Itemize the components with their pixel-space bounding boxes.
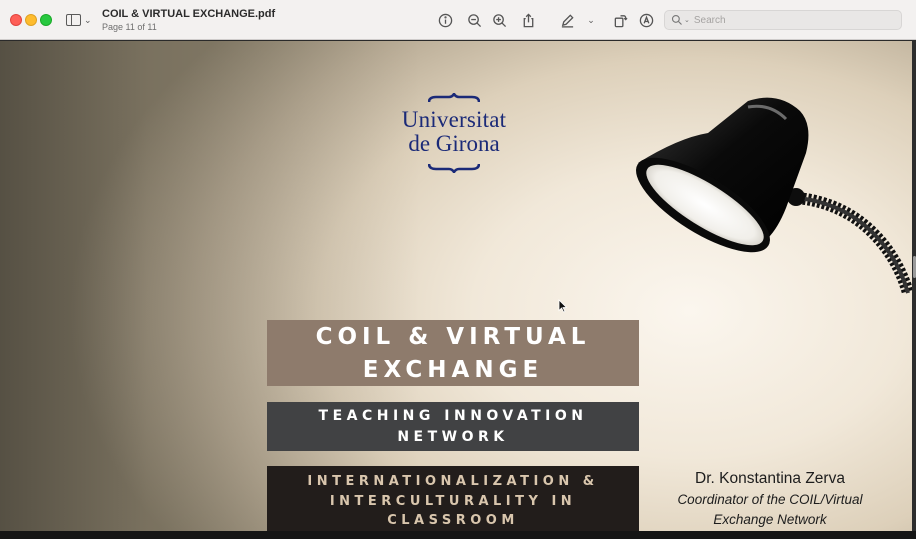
page-indicator: Page 11 of 11 [102, 22, 157, 32]
topic-line3: CLASSROOM [387, 513, 519, 528]
annotate-icon [639, 13, 653, 27]
rotate-button[interactable] [610, 10, 630, 30]
title-banner: COIL & VIRTUAL EXCHANGE [267, 320, 639, 386]
author-role-line1: Coordinator of the COIL/Virtual [677, 492, 863, 507]
toolbar: ⌄ COIL & VIRTUAL EXCHANGE.pdf Page 11 of… [0, 0, 916, 40]
subtitle-line2: NETWORK [397, 429, 509, 445]
document-title: COIL & VIRTUAL EXCHANGE.pdf [102, 8, 276, 20]
window-bottom-edge [0, 531, 916, 539]
topic-line1: INTERNATIONALIZATION & [307, 474, 599, 489]
mouse-pointer-icon [558, 299, 568, 313]
zoom-in-icon [492, 13, 506, 27]
zoom-out-button[interactable] [464, 10, 484, 30]
fullscreen-window-button[interactable] [40, 14, 52, 26]
search-field[interactable]: ⌄ [664, 10, 902, 30]
info-button[interactable] [435, 10, 455, 30]
markup-menu-button[interactable]: ⌄ [583, 10, 599, 30]
zoom-in-button[interactable] [489, 10, 509, 30]
university-logo: Universitat de Girona [388, 93, 520, 175]
sidebar-toggle-button[interactable]: ⌄ [66, 12, 94, 28]
share-button[interactable] [518, 10, 538, 30]
annotate-button[interactable] [636, 10, 656, 30]
preview-window: ⌄ COIL & VIRTUAL EXCHANGE.pdf Page 11 of… [0, 0, 916, 539]
markup-pen-icon [561, 13, 574, 28]
author-role-line2: Exchange Network [713, 512, 827, 527]
info-icon [438, 13, 452, 27]
close-window-button[interactable] [10, 14, 22, 26]
markup-button[interactable] [557, 10, 577, 30]
title-line1: COIL & VIRTUAL [315, 324, 591, 350]
chevron-down-icon: ⌄ [684, 17, 690, 24]
title-line2: EXCHANGE [362, 357, 544, 383]
desk-lamp-image [636, 97, 912, 295]
pdf-page: Universitat de Girona COIL & VIRTUAL EXC… [0, 41, 912, 531]
minimize-window-button[interactable] [25, 14, 37, 26]
rotate-icon [614, 14, 628, 27]
search-icon [671, 14, 682, 25]
subtitle-banner: TEACHING INNOVATION NETWORK [267, 402, 639, 451]
topic-line2: INTERCULTURALITY IN [329, 493, 577, 509]
logo-bottom-ornament [428, 163, 480, 173]
zoom-out-icon [467, 13, 481, 27]
vertical-scrollbar[interactable] [912, 41, 916, 531]
chevron-down-icon: ⌄ [84, 14, 92, 25]
logo-text-line2: de Girona [408, 131, 500, 156]
sidebar-icon [66, 14, 81, 26]
subtitle-line1: TEACHING INNOVATION [318, 408, 588, 424]
author-block: Dr. Konstantina Zerva Coordinator of the… [648, 469, 892, 530]
logo-top-ornament [428, 93, 480, 103]
document-view[interactable]: Universitat de Girona COIL & VIRTUAL EXC… [0, 41, 916, 531]
share-icon [523, 12, 533, 27]
topic-banner: INTERNATIONALIZATION & INTERCULTURALITY … [267, 466, 639, 531]
chevron-down-icon: ⌄ [587, 14, 595, 25]
author-name: Dr. Konstantina Zerva [695, 470, 845, 487]
logo-text-line1: Universitat [401, 107, 507, 132]
search-input[interactable] [693, 14, 884, 26]
